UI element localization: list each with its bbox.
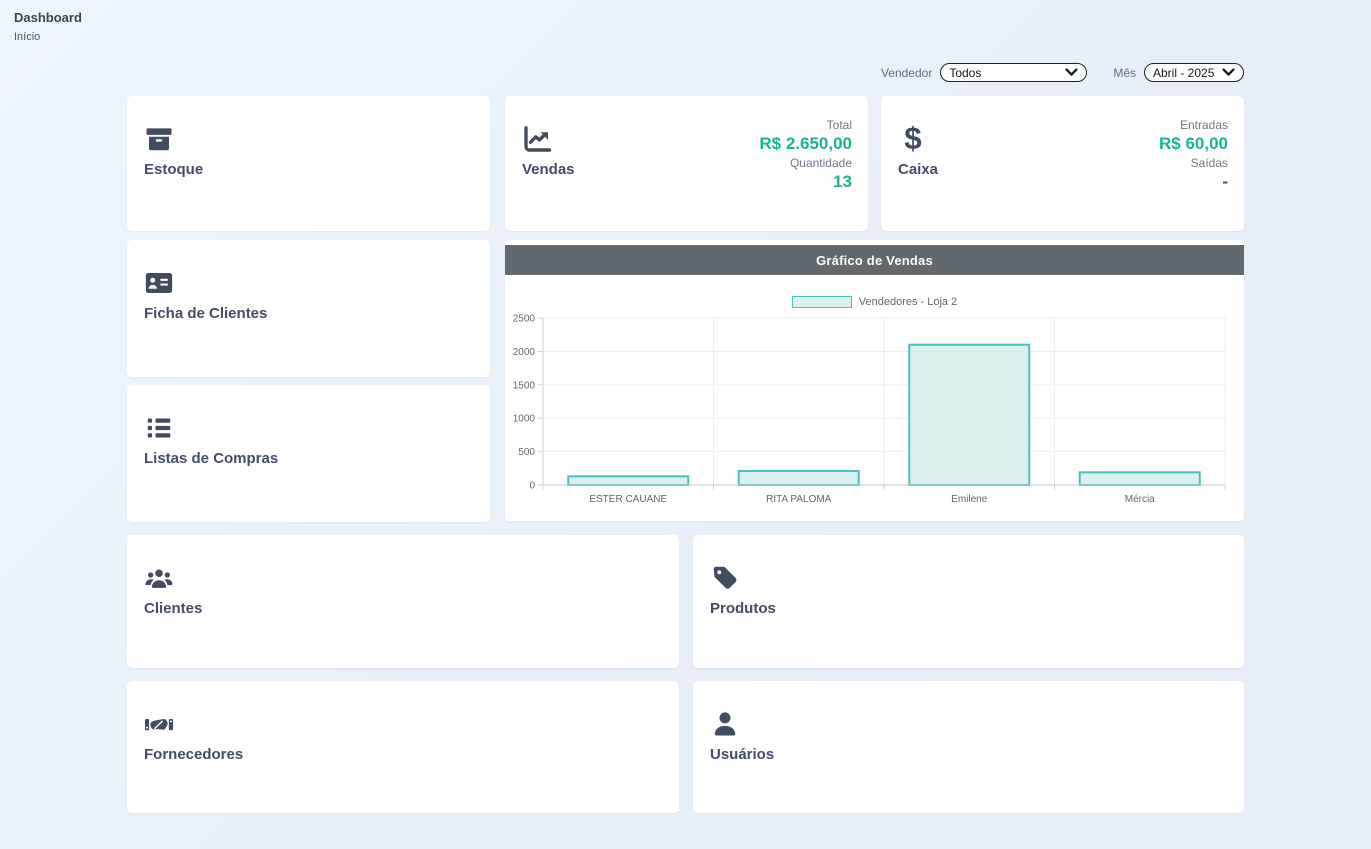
vendedor-select[interactable]: Todos bbox=[940, 63, 1087, 82]
card-vendas-label: Vendas bbox=[522, 161, 575, 178]
card-ficha-de-clientes[interactable]: Ficha de Clientes bbox=[127, 240, 490, 377]
address-card-icon bbox=[144, 268, 174, 298]
card-caixa[interactable]: $ Caixa Entradas R$ 60,00 Saídas - bbox=[881, 96, 1244, 231]
card-usuarios[interactable]: Usuários bbox=[693, 681, 1244, 813]
card-estoque[interactable]: Estoque bbox=[127, 96, 490, 231]
card-caixa-label: Caixa bbox=[898, 161, 938, 178]
svg-text:2500: 2500 bbox=[513, 314, 536, 325]
svg-text:1000: 1000 bbox=[513, 414, 536, 425]
breadcrumb[interactable]: Início bbox=[14, 31, 82, 43]
handshake-icon bbox=[144, 709, 174, 739]
mes-label: Mês bbox=[1113, 66, 1136, 80]
vendas-stats: Total R$ 2.650,00 Quantidade 13 bbox=[759, 116, 852, 215]
caixa-entradas-label: Entradas bbox=[1159, 118, 1228, 133]
bar-chart: 0 500 1000 1500 2000 2500 ESTER CAUANE RITA PAL… bbox=[505, 310, 1244, 520]
svg-text:0: 0 bbox=[529, 481, 535, 492]
card-vendas[interactable]: Vendas Total R$ 2.650,00 Quantidade 13 bbox=[505, 96, 868, 231]
card-fornecedores-label: Fornecedores bbox=[144, 746, 663, 763]
vendedor-select-value: Todos bbox=[949, 66, 981, 80]
card-clientes-label: Clientes bbox=[144, 600, 663, 617]
page-header: Dashboard Início bbox=[14, 10, 82, 43]
caixa-saidas-label: Saídas bbox=[1159, 156, 1228, 171]
vendas-quantidade-value: 13 bbox=[759, 171, 852, 192]
svg-text:RITA PALOMA: RITA PALOMA bbox=[766, 494, 832, 505]
chart-line-icon bbox=[522, 124, 552, 154]
card-listas-de-compras[interactable]: Listas de Compras bbox=[127, 385, 490, 522]
svg-text:1500: 1500 bbox=[513, 380, 536, 391]
svg-text:Emilene: Emilene bbox=[951, 494, 988, 505]
svg-text:500: 500 bbox=[518, 447, 535, 458]
svg-text:$: $ bbox=[904, 124, 921, 154]
card-vendas-left: Vendas bbox=[522, 124, 575, 215]
box-archive-icon bbox=[144, 124, 174, 154]
svg-text:ESTER CAUANE: ESTER CAUANE bbox=[589, 494, 667, 505]
vendedor-label: Vendedor bbox=[881, 66, 932, 80]
filters-bar: Vendedor Todos Mês Abril - 2025 bbox=[881, 63, 1244, 82]
card-fornecedores[interactable]: Fornecedores bbox=[127, 681, 679, 813]
chevron-down-icon bbox=[1222, 68, 1235, 77]
page-title: Dashboard bbox=[14, 10, 82, 25]
chart-legend[interactable]: Vendedores - Loja 2 bbox=[505, 296, 1244, 308]
card-produtos[interactable]: Produtos bbox=[693, 535, 1244, 668]
caixa-entradas-value: R$ 60,00 bbox=[1159, 133, 1228, 154]
mes-select[interactable]: Abril - 2025 bbox=[1144, 63, 1244, 82]
card-produtos-label: Produtos bbox=[710, 600, 1228, 617]
card-caixa-left: $ Caixa bbox=[898, 124, 938, 215]
vendas-quantidade-label: Quantidade bbox=[759, 156, 852, 171]
card-ficha-label: Ficha de Clientes bbox=[144, 305, 474, 322]
sales-chart-panel: Gráfico de Vendas Vendedores - Loja 2 0 5… bbox=[505, 240, 1244, 521]
mes-select-value: Abril - 2025 bbox=[1153, 66, 1214, 80]
vendas-total-label: Total bbox=[759, 118, 852, 133]
tag-icon bbox=[710, 563, 740, 593]
card-clientes[interactable]: Clientes bbox=[127, 535, 679, 668]
svg-text:2000: 2000 bbox=[513, 347, 536, 358]
dollar-sign-icon: $ bbox=[898, 124, 928, 154]
vendas-total-value: R$ 2.650,00 bbox=[759, 133, 852, 154]
legend-label: Vendedores - Loja 2 bbox=[859, 296, 957, 308]
card-estoque-label: Estoque bbox=[144, 161, 474, 178]
user-icon bbox=[710, 709, 740, 739]
chart-panel-title: Gráfico de Vendas bbox=[505, 245, 1244, 275]
card-usuarios-label: Usuários bbox=[710, 746, 1228, 763]
chevron-down-icon bbox=[1065, 68, 1078, 77]
list-icon bbox=[144, 413, 174, 443]
caixa-saidas-value: - bbox=[1159, 171, 1228, 192]
users-icon bbox=[144, 563, 174, 593]
card-listas-label: Listas de Compras bbox=[144, 450, 474, 467]
svg-text:Mércia: Mércia bbox=[1125, 494, 1155, 505]
legend-color-box bbox=[792, 296, 852, 308]
caixa-stats: Entradas R$ 60,00 Saídas - bbox=[1159, 116, 1228, 215]
